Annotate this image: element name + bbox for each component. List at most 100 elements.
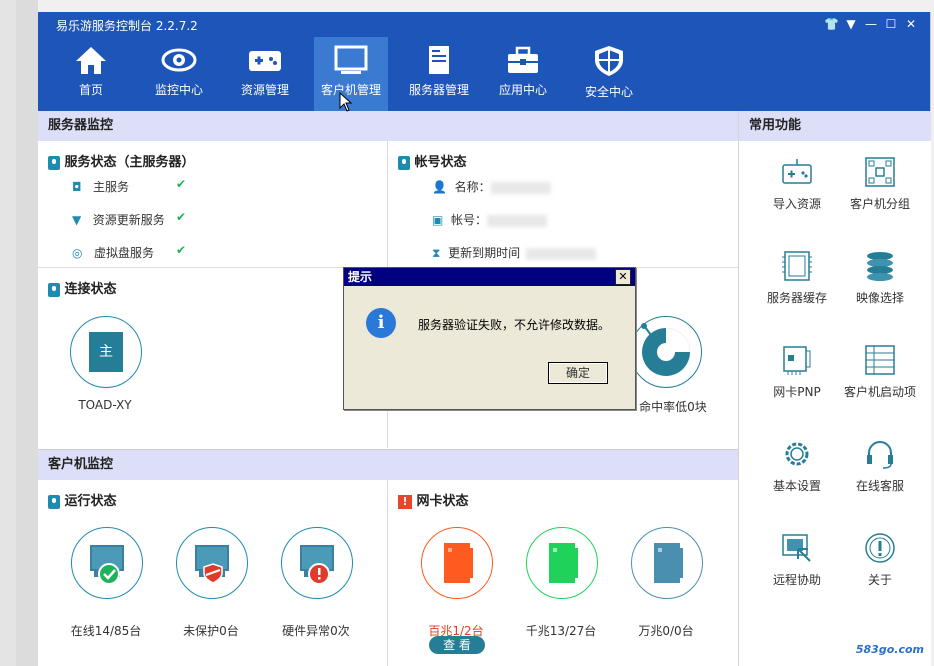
func-label: 关于 bbox=[867, 573, 892, 587]
account-expire-row: ⧗ 更新到期时间 bbox=[432, 244, 597, 261]
nic-1g-node[interactable] bbox=[526, 527, 598, 599]
connection-status-title: 连接状态 bbox=[48, 278, 117, 297]
service-status-title: 服务状态（主服务器） bbox=[48, 151, 195, 170]
hardware-label: 硬件异常0次 bbox=[282, 624, 350, 638]
gamepad-icon bbox=[782, 159, 812, 184]
close-icon[interactable]: ✕ bbox=[904, 17, 918, 31]
menu-icon[interactable]: ▼ bbox=[844, 17, 858, 31]
network-card-icon bbox=[549, 543, 578, 583]
redacted-value bbox=[487, 214, 547, 227]
account-status-panel: 帐号状态 👤 名称： ▣ 帐号： ⧗ 更新到期时间 bbox=[388, 141, 738, 268]
run-status-panel: 运行状态 在线14/85台 未保护0台 硬件异常0次 bbox=[38, 480, 388, 666]
common-functions-title: 常用功能 bbox=[739, 111, 931, 141]
monitor-icon bbox=[334, 45, 368, 74]
func-client-startup[interactable]: 客户机启动项 bbox=[835, 343, 925, 400]
minimize-icon[interactable]: — bbox=[864, 17, 878, 31]
func-label: 导入资源 bbox=[772, 197, 821, 211]
network-card-icon bbox=[654, 543, 683, 583]
common-functions-panel: 常用功能 导入资源 客户机分组 服务器缓存 映像选择 网卡PNP 客户机启动项 … bbox=[738, 111, 931, 666]
monitor-warning-icon bbox=[300, 545, 334, 585]
nav-monitor[interactable]: 监控中心 bbox=[142, 37, 216, 111]
toolbox-icon bbox=[508, 46, 538, 73]
func-basic-settings[interactable]: 基本设置 bbox=[752, 437, 842, 494]
func-remote-assist[interactable]: 远程协助 bbox=[752, 531, 842, 588]
dialog-title: 提示 bbox=[348, 270, 373, 284]
shield-icon bbox=[595, 46, 623, 76]
online-node[interactable] bbox=[71, 527, 143, 599]
nav-security[interactable]: 安全中心 bbox=[572, 37, 646, 111]
func-server-cache[interactable]: 服务器缓存 bbox=[752, 249, 842, 306]
pie-icon bbox=[641, 323, 690, 376]
section-server-monitor: 服务器监控 bbox=[38, 111, 738, 141]
service-item: ▼ 资源更新服务 bbox=[72, 213, 165, 227]
func-about[interactable]: 关于 bbox=[835, 531, 925, 588]
check-icon: ✔ bbox=[176, 210, 187, 224]
nav-label: 安全中心 bbox=[584, 85, 633, 99]
nic-10g-node[interactable] bbox=[631, 527, 703, 599]
func-label: 在线客服 bbox=[855, 479, 904, 493]
nav-label: 资源管理 bbox=[240, 83, 289, 97]
view-button[interactable]: 查 看 bbox=[429, 636, 485, 654]
group-icon bbox=[865, 157, 895, 187]
func-nic-pnp[interactable]: 网卡PNP bbox=[752, 343, 842, 400]
remote-icon bbox=[782, 534, 811, 562]
service-item: ◎ 虚拟盘服务 bbox=[72, 246, 154, 260]
pin-icon bbox=[48, 494, 60, 509]
disk-stack-icon bbox=[867, 252, 893, 281]
nav-apps[interactable]: 应用中心 bbox=[486, 37, 560, 111]
server-node[interactable]: 主 bbox=[70, 316, 142, 388]
ok-button[interactable]: 确定 bbox=[548, 362, 608, 384]
func-label: 服务器缓存 bbox=[766, 291, 827, 305]
func-import-resources[interactable]: 导入资源 bbox=[752, 155, 842, 212]
cursor-icon bbox=[339, 92, 353, 112]
redacted-value bbox=[526, 247, 597, 260]
hit-rate-node bbox=[630, 316, 702, 388]
alert-dialog: 提示 ✕ i 服务器验证失败，不允许修改数据。 确定 bbox=[343, 267, 636, 410]
server-glyph: 主 bbox=[89, 332, 123, 372]
nav-label: 应用中心 bbox=[498, 83, 547, 97]
func-label: 客户机分组 bbox=[849, 197, 910, 211]
service-item: ◘ 主服务 bbox=[72, 180, 129, 194]
func-client-groups[interactable]: 客户机分组 bbox=[835, 155, 925, 212]
hardware-node[interactable] bbox=[281, 527, 353, 599]
nav-label: 首页 bbox=[78, 83, 103, 97]
window-controls: 👕 ▼ — ☐ ✕ bbox=[824, 17, 918, 31]
account-status-title: 帐号状态 bbox=[398, 151, 467, 170]
top-bar: 易乐游服务控制台 2.2.7.2 👕 ▼ — ☐ ✕ 首页 监控中心 资源管理 … bbox=[38, 12, 930, 111]
func-label: 客户机启动项 bbox=[843, 385, 916, 399]
check-icon: ✔ bbox=[176, 177, 187, 191]
nic-100m-node[interactable] bbox=[421, 527, 493, 599]
network-card-icon bbox=[783, 346, 811, 375]
maximize-icon[interactable]: ☐ bbox=[884, 17, 898, 31]
watermark: 583go.com bbox=[855, 643, 924, 656]
dialog-close-button[interactable]: ✕ bbox=[615, 269, 631, 285]
nav-resources[interactable]: 资源管理 bbox=[228, 37, 302, 111]
nav-label: 监控中心 bbox=[154, 83, 203, 97]
nav-label: 服务器管理 bbox=[408, 83, 469, 97]
nav-home[interactable]: 首页 bbox=[54, 37, 128, 111]
unprotected-node[interactable] bbox=[176, 527, 248, 599]
service-status-panel: 服务状态（主服务器） ◘ 主服务 ✔ ▼ 资源更新服务 ✔ ◎ 虚拟盘服务 ✔ bbox=[38, 141, 388, 268]
monitor-online-icon bbox=[90, 545, 124, 585]
list-icon bbox=[865, 345, 895, 375]
monitor-shield-icon bbox=[195, 545, 229, 584]
run-status-title: 运行状态 bbox=[48, 490, 117, 509]
gamepad-icon bbox=[249, 51, 281, 71]
account-name-row: 👤 名称： bbox=[432, 178, 551, 195]
nav-server[interactable]: 服务器管理 bbox=[402, 37, 476, 111]
func-image-select[interactable]: 映像选择 bbox=[835, 249, 925, 306]
online-label: 在线14/85台 bbox=[70, 624, 142, 638]
server-name: TOAD-XY bbox=[78, 398, 132, 412]
func-label: 网卡PNP bbox=[773, 385, 821, 399]
func-online-support[interactable]: 在线客服 bbox=[835, 437, 925, 494]
home-icon bbox=[76, 47, 106, 74]
check-icon: ✔ bbox=[176, 243, 187, 257]
eye-icon bbox=[161, 48, 197, 72]
pin-icon bbox=[398, 155, 410, 170]
section-client-monitor: 客户机监控 bbox=[38, 449, 738, 480]
gear-icon bbox=[785, 442, 809, 466]
func-label: 基本设置 bbox=[772, 479, 821, 493]
skin-icon[interactable]: 👕 bbox=[824, 17, 839, 31]
func-label: 映像选择 bbox=[855, 291, 904, 305]
network-card-icon bbox=[444, 543, 473, 583]
